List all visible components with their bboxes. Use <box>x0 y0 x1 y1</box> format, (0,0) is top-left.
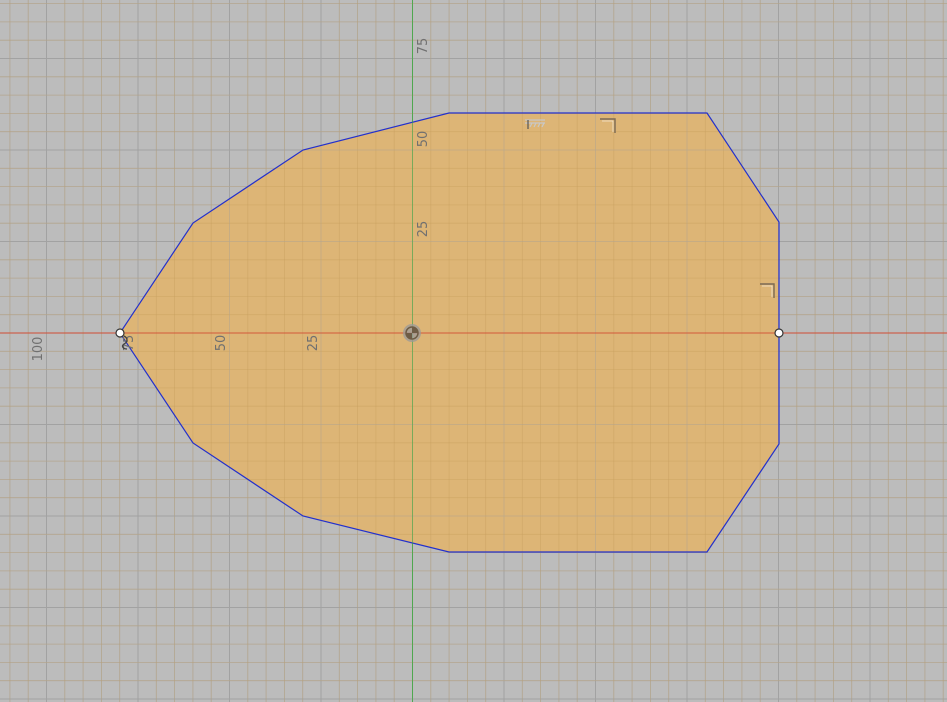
y-axis-label-50: 50 <box>416 131 431 148</box>
sketch-point-right[interactable] <box>774 328 784 338</box>
sketch-canvas[interactable]: 100 75 50 25 75 50 25 <box>0 0 947 702</box>
sketch-point-left[interactable] <box>115 328 125 338</box>
x-axis-label-25: 25 <box>306 335 321 352</box>
y-axis-label-25: 25 <box>416 221 431 238</box>
y-axis-label-75: 75 <box>416 38 431 55</box>
x-axis-label-50: 50 <box>214 335 229 352</box>
origin-icon[interactable] <box>403 324 421 342</box>
x-axis-label-100: 100 <box>31 337 46 362</box>
